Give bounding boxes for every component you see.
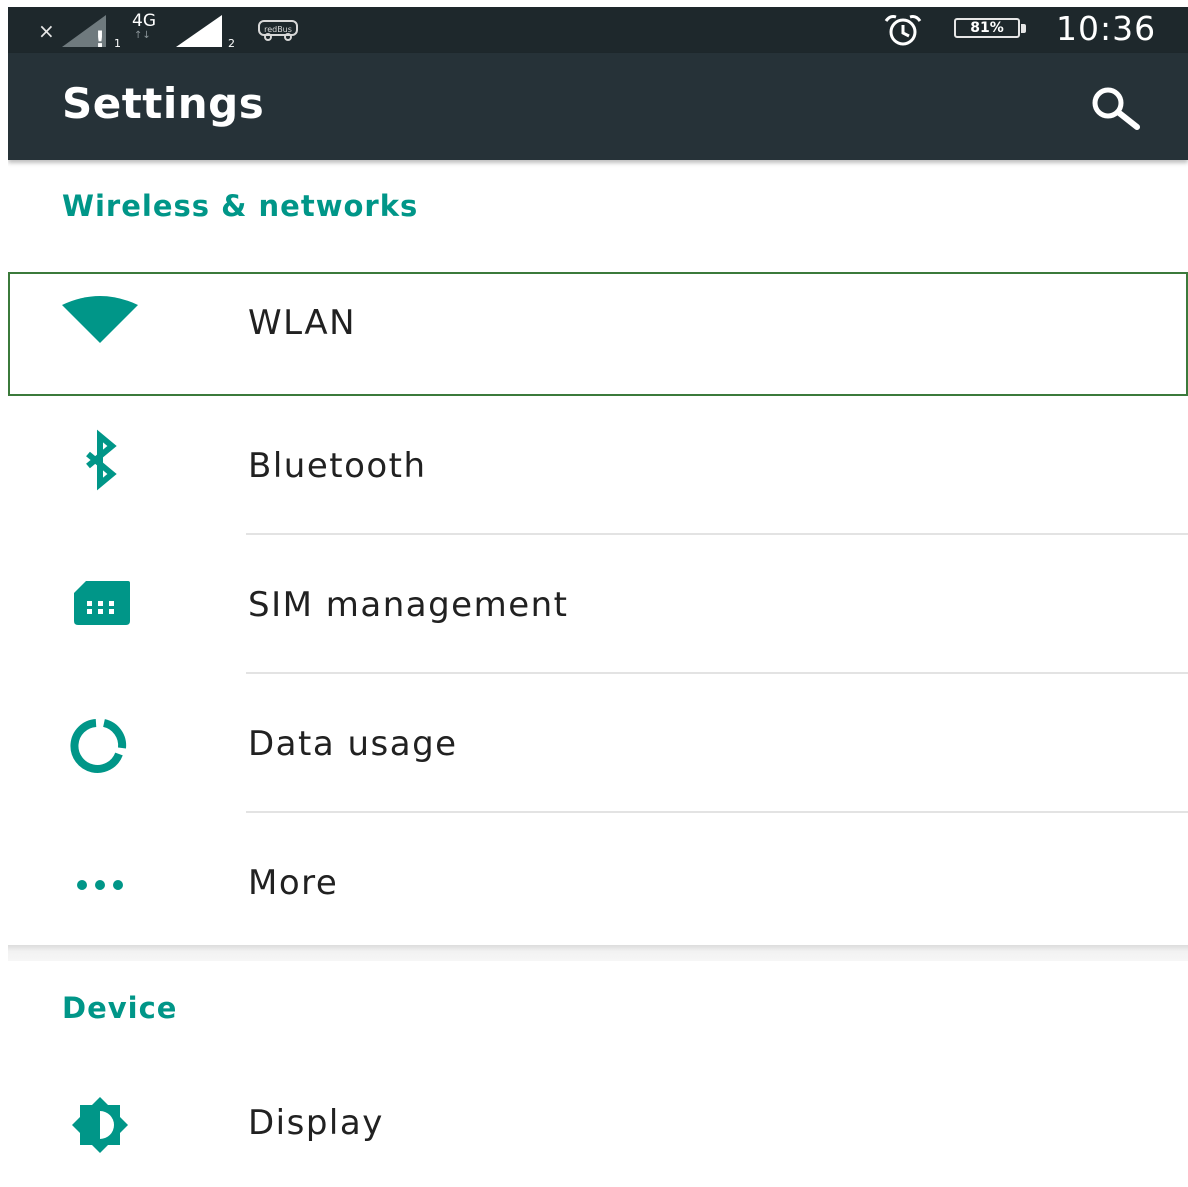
settings-item-label: WLAN [248,303,357,343]
settings-screen: × ! 1 4G ↑↓ 2 redBus 81% 10:36 Settings … [8,7,1188,1187]
status-bar: × ! 1 4G ↑↓ 2 redBus 81% 10:36 [8,7,1188,53]
section-header-device: Device [62,991,178,1025]
settings-item-label: Bluetooth [248,446,427,486]
bluetooth-icon [58,424,142,508]
sim-card-icon [58,563,142,647]
clock-time: 10:36 [1056,9,1157,48]
brightness-icon [58,1081,142,1165]
settings-item-label: Data usage [248,724,458,764]
search-icon [1092,87,1140,130]
wifi-icon [58,291,142,375]
page-title: Settings [62,79,265,128]
section-separator [8,945,1188,961]
svg-text:1: 1 [114,37,121,47]
settings-item-more[interactable]: More [8,813,1188,947]
svg-text:redBus: redBus [264,25,292,34]
data-activity-icon: ↑↓ [134,30,151,41]
settings-item-bluetooth[interactable]: Bluetooth [8,396,1188,535]
svg-text:2: 2 [228,37,235,47]
signal-sim1-icon: ! 1 [62,15,128,53]
bus-app-icon: redBus [258,19,300,45]
alarm-clock-icon [880,13,928,51]
battery-indicator: 81% [954,18,1020,38]
settings-item-display[interactable]: Display [8,1077,1188,1187]
settings-item-label: Display [248,1103,384,1143]
network-type-label: 4G [132,11,156,31]
settings-item-sim-management[interactable]: SIM management [8,535,1188,674]
search-button[interactable] [1080,81,1152,137]
settings-item-label: More [248,863,339,903]
settings-item-label: SIM management [248,585,569,625]
no-notification-icon: × [38,19,55,43]
battery-terminal [1021,24,1026,33]
svg-text:!: ! [95,28,105,47]
settings-item-wlan[interactable]: WLAN [8,273,1188,396]
settings-item-data-usage[interactable]: Data usage [8,674,1188,813]
section-header-wireless: Wireless & networks [62,189,419,223]
data-usage-icon [58,702,142,786]
app-bar: Settings [8,53,1188,160]
signal-sim2-icon: 2 [176,15,242,51]
more-dots-icon [58,841,142,925]
